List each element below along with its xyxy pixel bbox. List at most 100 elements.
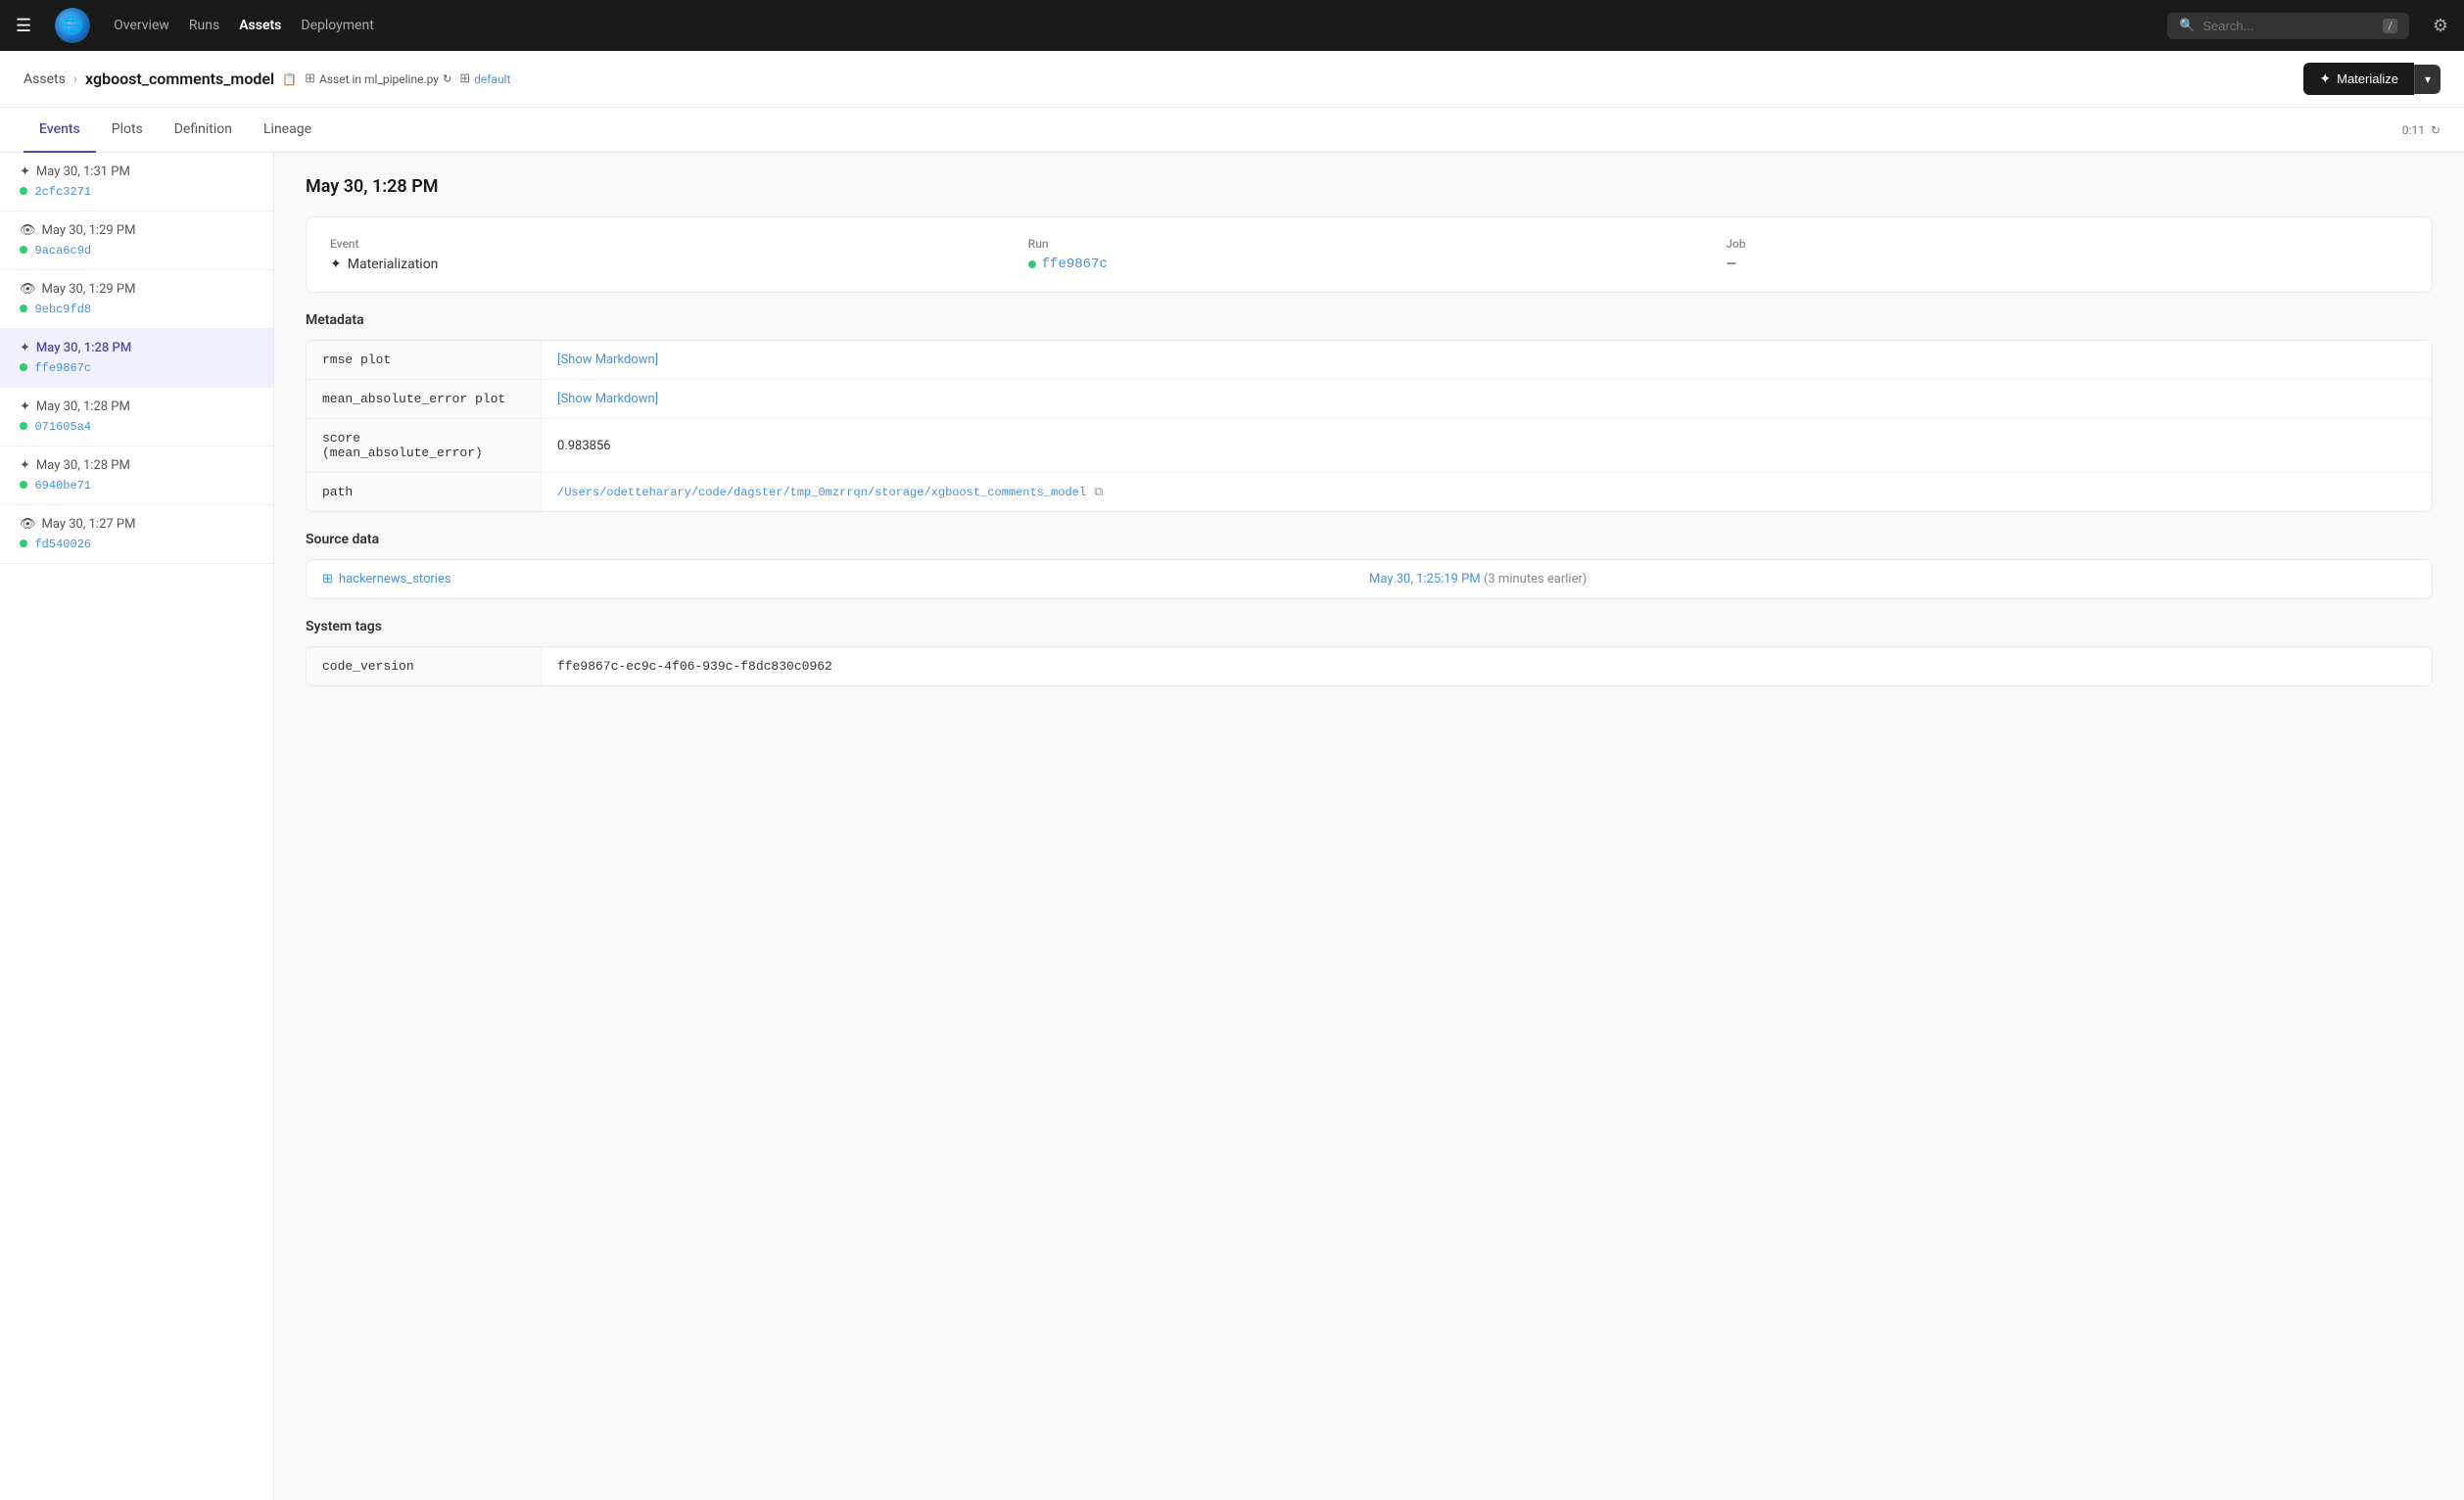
event-time: May 30, 1:29 PM bbox=[42, 223, 136, 238]
nav-links: Overview Runs Assets Deployment bbox=[114, 14, 2144, 37]
event-status-dot bbox=[20, 363, 27, 371]
meta-val-mae: [Show Markdown] bbox=[542, 380, 2432, 418]
nav-runs[interactable]: Runs bbox=[189, 14, 219, 37]
settings-icon[interactable]: ⚙ bbox=[2433, 16, 2448, 36]
event-run-id[interactable]: fd540026 bbox=[34, 538, 91, 551]
event-item-header: ✦ May 30, 1:28 PM bbox=[20, 399, 254, 414]
run-id-link[interactable]: ffe9867c bbox=[1042, 257, 1108, 272]
tab-plots[interactable]: Plots bbox=[96, 108, 159, 153]
event-run-id[interactable]: 6940be71 bbox=[34, 479, 91, 492]
event-item-9ebc9fd8[interactable]: 👁 May 30, 1:29 PM 9ebc9fd8 bbox=[0, 270, 273, 329]
source-data-section-header: Source data bbox=[306, 532, 2433, 547]
nav-assets[interactable]: Assets bbox=[239, 14, 281, 37]
mae-markdown-link[interactable]: [Show Markdown] bbox=[557, 392, 658, 406]
source-time-col: May 30, 1:25:19 PM (3 minutes earlier) bbox=[1369, 572, 2416, 586]
search-kbd: / bbox=[2383, 19, 2397, 33]
event-detail-title: May 30, 1:28 PM bbox=[306, 176, 2433, 197]
event-run-id[interactable]: ffe9867c bbox=[34, 361, 91, 375]
materialization-icon: ✦ bbox=[20, 164, 30, 179]
event-item-6940be71[interactable]: ✦ May 30, 1:28 PM 6940be71 bbox=[0, 446, 273, 505]
source-data-table: ⊞ hackernews_stories May 30, 1:25:19 PM … bbox=[306, 559, 2433, 599]
event-id-row: ffe9867c bbox=[20, 359, 254, 375]
nav-deployment[interactable]: Deployment bbox=[301, 14, 373, 37]
observation-icon: 👁 bbox=[20, 223, 36, 238]
source-data-row: ⊞ hackernews_stories May 30, 1:25:19 PM … bbox=[307, 560, 2432, 598]
top-navigation: ☰ 🌐 Overview Runs Assets Deployment 🔍 / … bbox=[0, 0, 2464, 51]
meta-key-rmse: rmse plot bbox=[307, 341, 542, 379]
sys-tag-row-code-version: code_version ffe9867c-ec9c-4f06-939c-f8d… bbox=[307, 647, 2432, 685]
materialize-button-group: ✦ Materialize ▾ bbox=[2303, 63, 2440, 95]
materialize-main-button[interactable]: ✦ Materialize bbox=[2303, 63, 2414, 95]
materialization-icon: ✦ bbox=[20, 458, 30, 473]
materialization-icon: ✦ bbox=[20, 399, 30, 414]
search-input[interactable] bbox=[2203, 19, 2375, 33]
event-run-id[interactable]: 071605a4 bbox=[34, 420, 91, 434]
asset-default-badge[interactable]: ⊞ default bbox=[459, 71, 510, 86]
run-status-dot bbox=[1028, 260, 1036, 268]
asset-default-link[interactable]: default bbox=[474, 72, 510, 86]
refresh-icon[interactable]: ↻ bbox=[2431, 123, 2440, 137]
event-item-9aca6c9d[interactable]: 👁 May 30, 1:29 PM 9aca6c9d bbox=[0, 211, 273, 270]
source-table-link[interactable]: ⊞ hackernews_stories bbox=[322, 572, 1369, 586]
main-layout: ✦ May 30, 1:31 PM 2cfc3271 👁 May 30, 1:2… bbox=[0, 153, 2464, 1500]
event-run-id[interactable]: 9ebc9fd8 bbox=[34, 303, 91, 316]
system-tags-table: code_version ffe9867c-ec9c-4f06-939c-f8d… bbox=[306, 646, 2433, 686]
event-run-id[interactable]: 9aca6c9d bbox=[34, 244, 91, 258]
materialize-star-icon: ✦ bbox=[2319, 70, 2331, 87]
event-item-header: ✦ May 30, 1:28 PM bbox=[20, 458, 254, 473]
meta-val-path: /Users/odetteharary/code/dagster/tmp_0mz… bbox=[542, 473, 2432, 511]
event-time: May 30, 1:28 PM bbox=[36, 399, 130, 414]
event-item-2cfc3271[interactable]: ✦ May 30, 1:31 PM 2cfc3271 bbox=[0, 153, 273, 211]
event-status-dot bbox=[20, 187, 27, 195]
tab-refresh-indicator: 0:11 ↻ bbox=[2402, 110, 2440, 151]
copy-path-icon[interactable]: ⧉ bbox=[1094, 485, 1103, 499]
refresh-icon: ↻ bbox=[443, 72, 451, 85]
score-value: 0.983856 bbox=[557, 439, 611, 453]
hamburger-menu[interactable]: ☰ bbox=[16, 16, 31, 36]
breadcrumb-assets-link[interactable]: Assets bbox=[24, 71, 66, 87]
meta-val-score: 0.983856 bbox=[542, 419, 2432, 472]
materialize-dropdown-button[interactable]: ▾ bbox=[2414, 65, 2440, 94]
search-bar[interactable]: 🔍 / bbox=[2167, 13, 2409, 39]
event-type-icon: ✦ bbox=[330, 257, 342, 272]
nav-overview[interactable]: Overview bbox=[114, 14, 169, 37]
event-type-text: Materialization bbox=[348, 257, 439, 272]
rmse-markdown-link[interactable]: [Show Markdown] bbox=[557, 352, 658, 367]
path-link[interactable]: /Users/odetteharary/code/dagster/tmp_0mz… bbox=[557, 486, 1086, 499]
tab-lineage[interactable]: Lineage bbox=[248, 108, 327, 153]
event-item-header: 👁 May 30, 1:29 PM bbox=[20, 223, 254, 238]
table-icon: ⊞ bbox=[305, 71, 315, 86]
asset-pipeline-badge[interactable]: ⊞ Asset in ml_pipeline.py ↻ bbox=[305, 71, 451, 86]
event-label: Event bbox=[330, 237, 1013, 251]
event-item-071605a4[interactable]: ✦ May 30, 1:28 PM 071605a4 bbox=[0, 388, 273, 446]
tab-definition[interactable]: Definition bbox=[159, 108, 248, 153]
event-item-fd540026[interactable]: 👁 May 30, 1:27 PM fd540026 bbox=[0, 505, 273, 564]
meta-key-mae: mean_absolute_error plot bbox=[307, 380, 542, 418]
grid-icon: ⊞ bbox=[459, 71, 470, 86]
job-value: — bbox=[1726, 257, 2408, 272]
event-status-dot bbox=[20, 481, 27, 489]
asset-pipeline-label: Asset in ml_pipeline.py bbox=[319, 72, 439, 86]
event-item-header: 👁 May 30, 1:27 PM bbox=[20, 517, 254, 532]
system-tags-section-header: System tags bbox=[306, 619, 2433, 634]
event-time: May 30, 1:27 PM bbox=[42, 517, 136, 532]
breadcrumb-doc-icon: 📋 bbox=[282, 72, 297, 86]
event-run-id[interactable]: 2cfc3271 bbox=[34, 185, 91, 199]
tab-events[interactable]: Events bbox=[24, 108, 96, 153]
meta-row-score: score(mean_absolute_error) 0.983856 bbox=[307, 419, 2432, 473]
event-status-dot bbox=[20, 246, 27, 254]
event-item-ffe9867c[interactable]: ✦ May 30, 1:28 PM ffe9867c bbox=[0, 329, 273, 388]
event-value: ✦ Materialization bbox=[330, 257, 1013, 272]
meta-val-rmse: [Show Markdown] bbox=[542, 341, 2432, 379]
sys-val-code-version: ffe9867c-ec9c-4f06-939c-f8dc830c0962 bbox=[542, 647, 2432, 685]
search-icon: 🔍 bbox=[2179, 19, 2195, 33]
event-id-row: fd540026 bbox=[20, 536, 254, 551]
breadcrumb-current-page: xgboost_comments_model bbox=[85, 70, 274, 88]
source-table-name: hackernews_stories bbox=[339, 572, 451, 586]
event-item-header: ✦ May 30, 1:28 PM bbox=[20, 341, 254, 355]
source-time-ago-text: (3 minutes earlier) bbox=[1484, 572, 1587, 586]
metadata-section-header: Metadata bbox=[306, 312, 2433, 328]
breadcrumb-bar: Assets › xgboost_comments_model 📋 ⊞ Asse… bbox=[0, 51, 2464, 108]
source-time-link[interactable]: May 30, 1:25:19 PM bbox=[1369, 572, 1481, 586]
event-id-row: 071605a4 bbox=[20, 418, 254, 434]
